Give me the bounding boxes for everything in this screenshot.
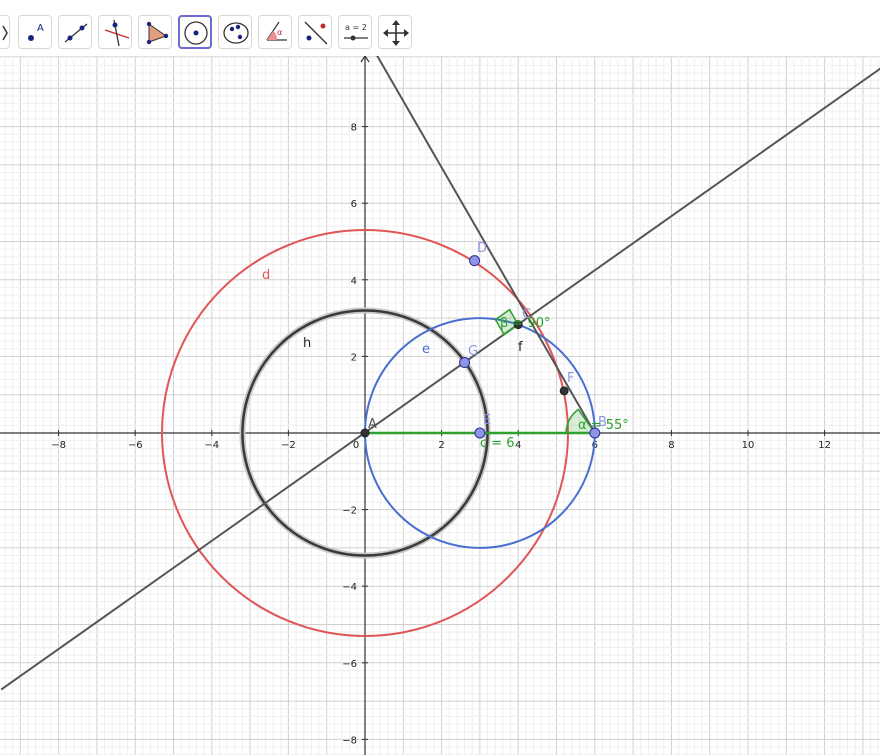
polygon-icon [146, 21, 169, 45]
graph-svg[interactable]: −8 −6 −4 −2 2 4 6 8 10 1208642−2−4−6−8dh e fA BCDEFG… [0, 56, 880, 755]
point-tool-letter: A [37, 23, 44, 34]
x-tick-label: 4 [515, 440, 521, 451]
ellipse-tool[interactable] [218, 15, 252, 49]
x-tick-label: −4 [204, 440, 219, 451]
y-tick-label: −6 [342, 659, 357, 670]
point-icon: A [28, 23, 44, 41]
circle-center-icon [184, 21, 208, 45]
label-d: d [262, 268, 270, 283]
label-f: f [518, 340, 523, 355]
line-icon [64, 23, 88, 43]
polygon-tool[interactable] [138, 15, 172, 49]
perpendicular-tool[interactable] [98, 15, 132, 49]
graphics-view[interactable]: −8 −6 −4 −2 2 4 6 8 10 12 0 8 6 4 2 −2 −4 −6 −8 d h e f A B C D E F G… [0, 56, 880, 755]
label-e: e [422, 342, 430, 357]
toolbar: A α a = 2 [0, 0, 880, 57]
point-F [559, 386, 569, 396]
label-beta: β = 90° [500, 316, 551, 331]
x-tick-label: −2 [281, 440, 296, 451]
slider-tool[interactable]: a = 2 [338, 15, 372, 49]
x-tick-label: 10 [742, 440, 755, 451]
angle-icon: α [266, 21, 287, 41]
x-tick-label: 12 [818, 440, 831, 451]
label-A: A [368, 417, 377, 432]
label-E: E [483, 413, 491, 428]
reflect-tool[interactable] [298, 15, 332, 49]
line-through-D-B [376, 56, 596, 434]
label-G: G [468, 344, 478, 359]
angle-tool[interactable]: α [258, 15, 292, 49]
ellipse-icon [223, 22, 249, 44]
y-tick-label: 6 [351, 199, 357, 210]
angle-tool-letter: α [277, 28, 282, 37]
label-F: F [567, 371, 574, 386]
y-tick-label: −4 [342, 582, 357, 593]
perpendicular-icon [104, 19, 130, 47]
move-graphics-icon [383, 20, 409, 46]
y-tick-label: 8 [351, 123, 357, 134]
label-c: c = 6 [480, 436, 515, 451]
reflect-icon [304, 21, 328, 45]
y-tick-label: 4 [351, 276, 357, 287]
label-D: D [477, 241, 487, 256]
point-D [469, 255, 481, 267]
x-tick-label: 8 [668, 440, 674, 451]
y-tick-label: −8 [342, 735, 357, 746]
move-tool-partial[interactable] [0, 15, 10, 49]
x-tick-label: −6 [128, 440, 143, 451]
slider-tool-text: a = 2 [345, 23, 367, 32]
y-tick-label: 2 [351, 352, 357, 363]
point-G [459, 357, 471, 369]
y-tick-label: −2 [342, 506, 357, 517]
x-tick-label: −8 [51, 440, 66, 451]
point-tool[interactable]: A [18, 15, 52, 49]
arrow-icon [2, 25, 8, 41]
move-graphics-tool[interactable] [378, 15, 412, 49]
slider-icon: a = 2 [344, 23, 368, 41]
x-tick-label: 2 [438, 440, 444, 451]
label-h: h [303, 336, 311, 351]
circle-center-point-tool[interactable] [178, 15, 212, 49]
label-alpha: α = 55° [578, 418, 629, 433]
line-tool[interactable] [58, 15, 92, 49]
